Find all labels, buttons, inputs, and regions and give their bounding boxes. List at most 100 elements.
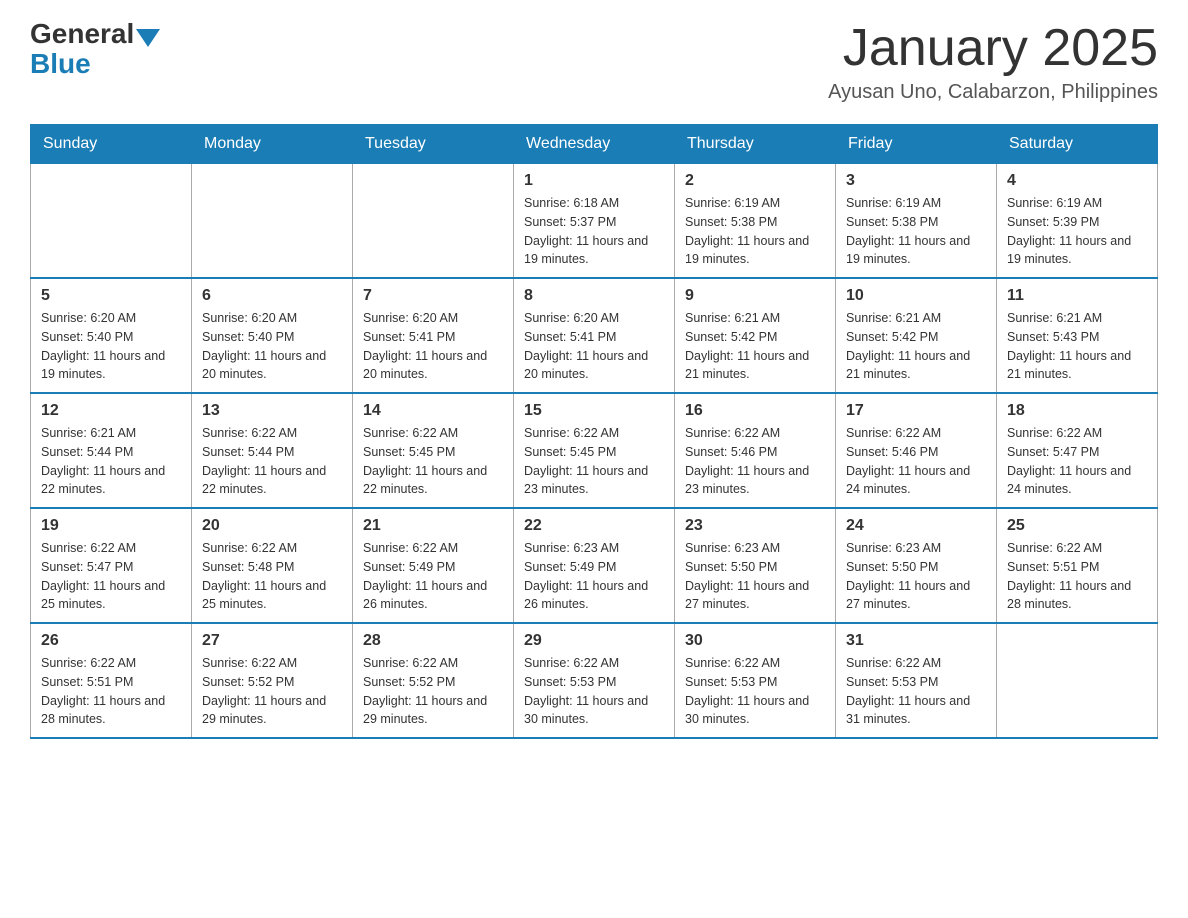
calendar-cell: 20 Sunrise: 6:22 AM Sunset: 5:48 PM Dayli… xyxy=(192,508,353,623)
day-info: Sunrise: 6:19 AM Sunset: 5:38 PM Dayligh… xyxy=(685,194,825,269)
calendar-cell: 14 Sunrise: 6:22 AM Sunset: 5:45 PM Dayli… xyxy=(353,393,514,508)
day-number: 21 xyxy=(363,517,503,535)
calendar-cell: 27 Sunrise: 6:22 AM Sunset: 5:52 PM Dayli… xyxy=(192,623,353,738)
calendar-cell: 15Sunrise: 6:22 AM Sunset: 5:45 PM Dayli… xyxy=(514,393,675,508)
day-number: 23 xyxy=(685,517,825,535)
calendar-cell: 9 Sunrise: 6:21 AM Sunset: 5:42 PM Daylig… xyxy=(675,278,836,393)
day-number: 9 xyxy=(685,287,825,305)
day-number: 29 xyxy=(524,632,664,650)
calendar-cell: 10 Sunrise: 6:21 AM Sunset: 5:42 PM Dayli… xyxy=(836,278,997,393)
day-number: 15 xyxy=(524,402,664,420)
day-info: Sunrise: 6:21 AM Sunset: 5:42 PM Dayligh… xyxy=(846,309,986,384)
calendar-cell: 19Sunrise: 6:22 AM Sunset: 5:47 PM Dayli… xyxy=(31,508,192,623)
calendar-cell: 31Sunrise: 6:22 AM Sunset: 5:53 PM Dayli… xyxy=(836,623,997,738)
calendar-cell: 3 Sunrise: 6:19 AM Sunset: 5:38 PM Daylig… xyxy=(836,164,997,279)
day-info: Sunrise: 6:22 AM Sunset: 5:51 PM Dayligh… xyxy=(1007,539,1147,614)
day-number: 5 xyxy=(41,287,181,305)
calendar-cell: 30Sunrise: 6:22 AM Sunset: 5:53 PM Dayli… xyxy=(675,623,836,738)
day-number: 7 xyxy=(363,287,503,305)
day-info: Sunrise: 6:22 AM Sunset: 5:48 PM Dayligh… xyxy=(202,539,342,614)
calendar-cell: 16 Sunrise: 6:22 AM Sunset: 5:46 PM Dayli… xyxy=(675,393,836,508)
day-number: 8 xyxy=(524,287,664,305)
logo-triangle-icon xyxy=(136,29,160,47)
day-number: 14 xyxy=(363,402,503,420)
calendar-cell: 29 Sunrise: 6:22 AM Sunset: 5:53 PM Dayli… xyxy=(514,623,675,738)
day-number: 30 xyxy=(685,632,825,650)
calendar-cell: 6 Sunrise: 6:20 AM Sunset: 5:40 PM Daylig… xyxy=(192,278,353,393)
day-info: Sunrise: 6:19 AM Sunset: 5:39 PM Dayligh… xyxy=(1007,194,1147,269)
day-info: Sunrise: 6:22 AM Sunset: 5:53 PM Dayligh… xyxy=(524,654,664,729)
calendar-week-row: 12 Sunrise: 6:21 AM Sunset: 5:44 PM Dayli… xyxy=(31,393,1158,508)
calendar-cell: 13 Sunrise: 6:22 AM Sunset: 5:44 PM Dayli… xyxy=(192,393,353,508)
day-of-week-header: Friday xyxy=(836,125,997,164)
day-number: 13 xyxy=(202,402,342,420)
day-number: 4 xyxy=(1007,172,1147,190)
day-number: 2 xyxy=(685,172,825,190)
day-info: Sunrise: 6:23 AM Sunset: 5:50 PM Dayligh… xyxy=(685,539,825,614)
logo-general-text: General xyxy=(30,20,134,48)
day-info: Sunrise: 6:21 AM Sunset: 5:44 PM Dayligh… xyxy=(41,424,181,499)
day-number: 25 xyxy=(1007,517,1147,535)
day-info: Sunrise: 6:23 AM Sunset: 5:49 PM Dayligh… xyxy=(524,539,664,614)
calendar-cell: 8 Sunrise: 6:20 AM Sunset: 5:41 PM Daylig… xyxy=(514,278,675,393)
calendar-cell: 18 Sunrise: 6:22 AM Sunset: 5:47 PM Dayli… xyxy=(997,393,1158,508)
day-number: 17 xyxy=(846,402,986,420)
calendar-week-row: 26Sunrise: 6:22 AM Sunset: 5:51 PM Dayli… xyxy=(31,623,1158,738)
calendar-cell: 7 Sunrise: 6:20 AM Sunset: 5:41 PM Daylig… xyxy=(353,278,514,393)
calendar-week-row: 5 Sunrise: 6:20 AM Sunset: 5:40 PM Daylig… xyxy=(31,278,1158,393)
calendar-body: 1 Sunrise: 6:18 AM Sunset: 5:37 PM Daylig… xyxy=(31,164,1158,739)
logo: General Blue xyxy=(30,20,162,80)
calendar-header-row: SundayMondayTuesdayWednesdayThursdayFrid… xyxy=(31,125,1158,164)
calendar-cell: 17 Sunrise: 6:22 AM Sunset: 5:46 PM Dayli… xyxy=(836,393,997,508)
calendar-cell: 26Sunrise: 6:22 AM Sunset: 5:51 PM Dayli… xyxy=(31,623,192,738)
day-of-week-header: Thursday xyxy=(675,125,836,164)
day-info: Sunrise: 6:21 AM Sunset: 5:43 PM Dayligh… xyxy=(1007,309,1147,384)
day-number: 16 xyxy=(685,402,825,420)
day-number: 6 xyxy=(202,287,342,305)
day-info: Sunrise: 6:22 AM Sunset: 5:45 PM Dayligh… xyxy=(363,424,503,499)
day-info: Sunrise: 6:22 AM Sunset: 5:51 PM Dayligh… xyxy=(41,654,181,729)
day-info: Sunrise: 6:22 AM Sunset: 5:52 PM Dayligh… xyxy=(363,654,503,729)
calendar-cell: 28 Sunrise: 6:22 AM Sunset: 5:52 PM Dayli… xyxy=(353,623,514,738)
day-info: Sunrise: 6:20 AM Sunset: 5:40 PM Dayligh… xyxy=(41,309,181,384)
calendar-cell: 4 Sunrise: 6:19 AM Sunset: 5:39 PM Daylig… xyxy=(997,164,1158,279)
day-number: 28 xyxy=(363,632,503,650)
day-info: Sunrise: 6:23 AM Sunset: 5:50 PM Dayligh… xyxy=(846,539,986,614)
day-info: Sunrise: 6:22 AM Sunset: 5:46 PM Dayligh… xyxy=(846,424,986,499)
day-number: 22 xyxy=(524,517,664,535)
day-number: 20 xyxy=(202,517,342,535)
day-info: Sunrise: 6:18 AM Sunset: 5:37 PM Dayligh… xyxy=(524,194,664,269)
calendar-cell: 12 Sunrise: 6:21 AM Sunset: 5:44 PM Dayli… xyxy=(31,393,192,508)
day-of-week-header: Sunday xyxy=(31,125,192,164)
day-info: Sunrise: 6:22 AM Sunset: 5:44 PM Dayligh… xyxy=(202,424,342,499)
day-info: Sunrise: 6:22 AM Sunset: 5:46 PM Dayligh… xyxy=(685,424,825,499)
calendar-header: SundayMondayTuesdayWednesdayThursdayFrid… xyxy=(31,125,1158,164)
day-info: Sunrise: 6:22 AM Sunset: 5:47 PM Dayligh… xyxy=(41,539,181,614)
day-info: Sunrise: 6:22 AM Sunset: 5:47 PM Dayligh… xyxy=(1007,424,1147,499)
day-of-week-header: Tuesday xyxy=(353,125,514,164)
day-of-week-header: Saturday xyxy=(997,125,1158,164)
day-number: 31 xyxy=(846,632,986,650)
day-number: 18 xyxy=(1007,402,1147,420)
calendar-cell xyxy=(31,164,192,279)
page-header: General Blue January 2025 Ayusan Uno, Ca… xyxy=(30,20,1158,104)
day-info: Sunrise: 6:19 AM Sunset: 5:38 PM Dayligh… xyxy=(846,194,986,269)
calendar-cell: 21Sunrise: 6:22 AM Sunset: 5:49 PM Dayli… xyxy=(353,508,514,623)
day-info: Sunrise: 6:20 AM Sunset: 5:41 PM Dayligh… xyxy=(363,309,503,384)
logo-blue-text: Blue xyxy=(30,48,91,80)
day-number: 24 xyxy=(846,517,986,535)
day-info: Sunrise: 6:22 AM Sunset: 5:52 PM Dayligh… xyxy=(202,654,342,729)
day-number: 10 xyxy=(846,287,986,305)
calendar-week-row: 1 Sunrise: 6:18 AM Sunset: 5:37 PM Daylig… xyxy=(31,164,1158,279)
day-number: 1 xyxy=(524,172,664,190)
calendar-cell xyxy=(353,164,514,279)
title-block: January 2025 Ayusan Uno, Calabarzon, Phi… xyxy=(828,20,1158,104)
day-info: Sunrise: 6:20 AM Sunset: 5:40 PM Dayligh… xyxy=(202,309,342,384)
day-info: Sunrise: 6:21 AM Sunset: 5:42 PM Dayligh… xyxy=(685,309,825,384)
page-title: January 2025 xyxy=(828,20,1158,77)
day-number: 27 xyxy=(202,632,342,650)
subtitle: Ayusan Uno, Calabarzon, Philippines xyxy=(828,81,1158,104)
day-info: Sunrise: 6:20 AM Sunset: 5:41 PM Dayligh… xyxy=(524,309,664,384)
day-number: 12 xyxy=(41,402,181,420)
day-number: 3 xyxy=(846,172,986,190)
